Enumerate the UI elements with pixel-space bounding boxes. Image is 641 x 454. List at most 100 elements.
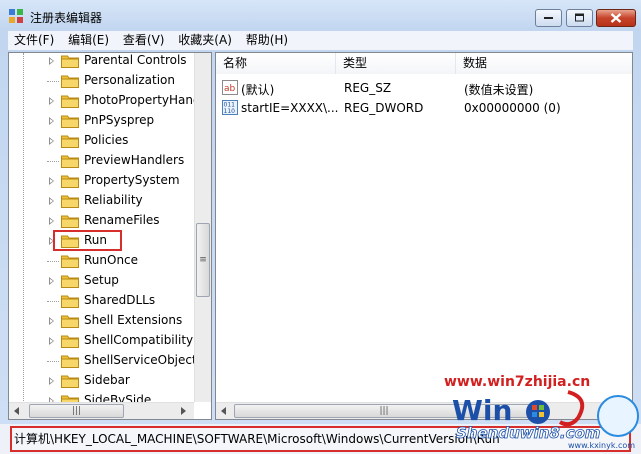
menu-favorites[interactable]: 收藏夹(A): [174, 31, 236, 50]
binary-value-icon: 011 110: [222, 100, 238, 115]
folder-icon: [61, 355, 79, 368]
tree-node-label: PnPSysprep: [84, 113, 155, 127]
value-name: (默认): [241, 83, 275, 97]
menu-file[interactable]: 文件(F): [10, 31, 58, 50]
tree-branch-line: [47, 361, 59, 362]
menu-bar: 文件(F) 编辑(E) 查看(V) 收藏夹(A) 帮助(H): [8, 31, 633, 50]
folder-icon: [61, 195, 79, 208]
value-type: REG_SZ: [344, 81, 392, 95]
title-bar[interactable]: 注册表编辑器: [0, 0, 641, 31]
tree-branch-line: [47, 261, 59, 262]
expand-arrow-icon[interactable]: [49, 317, 54, 325]
value-row[interactable]: ab (默认) REG_SZ (数值未设置): [216, 78, 632, 98]
expand-arrow-icon[interactable]: [49, 217, 54, 225]
tree-node-renamefiles[interactable]: RenameFiles: [9, 211, 199, 231]
regedit-app-icon: [9, 9, 23, 23]
menu-edit[interactable]: 编辑(E): [64, 31, 113, 50]
svg-text:ab: ab: [224, 84, 236, 94]
tree-node-previewhandlers[interactable]: PreviewHandlers: [9, 151, 199, 171]
tree-node-photopropertyhand[interactable]: PhotoPropertyHand: [9, 91, 201, 111]
folder-icon: [61, 275, 79, 288]
tree-node-label: Setup: [84, 273, 119, 287]
folder-icon: [61, 375, 79, 388]
menu-help[interactable]: 帮助(H): [242, 31, 292, 50]
folder-icon: [61, 295, 79, 308]
tree-node-label: Reliability: [84, 193, 143, 207]
tree-vertical-scrollbar[interactable]: ≡: [194, 53, 211, 402]
close-icon: [610, 13, 622, 23]
column-header-data[interactable]: 数据: [456, 53, 632, 74]
tree-node-label: ShellCompatibility: [84, 333, 194, 347]
value-type: REG_DWORD: [344, 101, 424, 115]
expand-arrow-icon[interactable]: [49, 177, 54, 185]
tree-horizontal-scrollbar[interactable]: |||: [9, 402, 194, 419]
watermark-logo: Win Shenduwin8.com www.kxinyk.com: [452, 390, 639, 450]
tree-node-label: Shell Extensions: [84, 313, 183, 327]
column-header-type[interactable]: 类型: [336, 53, 456, 74]
expand-arrow-icon[interactable]: [49, 197, 54, 205]
expand-arrow-icon[interactable]: [49, 137, 54, 145]
tree-node-sidebar[interactable]: Sidebar: [9, 371, 199, 391]
svg-text:Win: Win: [452, 394, 512, 427]
svg-text:Shenduwin8.com: Shenduwin8.com: [456, 424, 600, 442]
maximize-icon: [574, 13, 584, 22]
registry-editor-window: 注册表编辑器 文件(F) 编辑(E) 查看(V) 收藏夹(A) 帮助(H) Pa…: [0, 0, 641, 454]
grip-icon: |||: [379, 405, 389, 416]
folder-icon: [61, 75, 79, 88]
window-title: 注册表编辑器: [30, 11, 103, 25]
tree-vertical-scroll-thumb[interactable]: ≡: [196, 223, 210, 297]
folder-icon: [61, 135, 79, 148]
tree-node-shareddlls[interactable]: SharedDLLs: [9, 291, 199, 311]
maximize-button[interactable]: [566, 9, 593, 27]
folder-icon: [61, 215, 79, 228]
expand-arrow-icon[interactable]: [49, 97, 54, 105]
minimize-button[interactable]: [535, 9, 562, 27]
tree-node-run[interactable]: Run: [9, 230, 199, 251]
value-data: 0x00000000 (0): [464, 101, 561, 115]
tree-branch-line: [47, 81, 59, 82]
expand-arrow-icon[interactable]: [49, 377, 54, 385]
expand-arrow-icon[interactable]: [49, 117, 54, 125]
tree-node-label: Policies: [84, 133, 129, 147]
value-name: startIE=XXXX\...: [241, 101, 339, 115]
grip-icon: ≡: [199, 254, 207, 265]
highlight-box: [53, 230, 122, 251]
menu-view[interactable]: 查看(V): [119, 31, 169, 50]
expand-arrow-icon[interactable]: [49, 277, 54, 285]
grip-icon: |||: [71, 405, 82, 416]
tree-node-label: SharedDLLs: [84, 293, 156, 307]
tree-node-pnpsysprep[interactable]: PnPSysprep: [9, 111, 199, 131]
tree-node-reliability[interactable]: Reliability: [9, 191, 199, 211]
tree-horizontal-scroll-thumb[interactable]: |||: [29, 404, 124, 418]
close-button[interactable]: [596, 9, 636, 27]
string-value-icon: ab: [222, 80, 238, 95]
folder-icon: [61, 315, 79, 328]
tree-node-label: RenameFiles: [84, 213, 160, 227]
tree-node-runonce[interactable]: RunOnce: [9, 251, 199, 271]
tree-node-personalization[interactable]: Personalization: [9, 71, 199, 91]
folder-icon: [61, 55, 79, 68]
tree-node-shell-extensions[interactable]: Shell Extensions: [9, 311, 199, 331]
tree-branch-line: [47, 161, 59, 162]
tree-node-policies[interactable]: Policies: [9, 131, 199, 151]
expand-arrow-icon[interactable]: [49, 57, 54, 65]
tree-node-label: Personalization: [84, 73, 175, 87]
tree-node-propertysystem[interactable]: PropertySystem: [9, 171, 199, 191]
svg-text:110: 110: [224, 108, 236, 115]
tree-node-shellcompatibility[interactable]: ShellCompatibility: [9, 331, 199, 351]
tree-node-label: Parental Controls: [84, 53, 187, 67]
folder-icon: [61, 155, 79, 168]
scroll-right-arrow-icon[interactable]: [181, 407, 186, 415]
tree-node-setup[interactable]: Setup: [9, 271, 199, 291]
value-row[interactable]: 011 110 startIE=XXXX\... REG_DWORD 0x000…: [216, 98, 632, 118]
minimize-icon: [543, 17, 553, 19]
registry-values-pane[interactable]: 名称 类型 数据 ab (默认) REG_SZ (数值未设置) 011 110 …: [215, 52, 633, 420]
tree-node-shellserviceobjecti[interactable]: ShellServiceObjectI: [9, 351, 200, 371]
scroll-left-arrow-icon[interactable]: [221, 407, 226, 415]
tree-node-parental-controls[interactable]: Parental Controls: [9, 53, 199, 71]
column-header-name[interactable]: 名称: [216, 53, 336, 74]
scroll-left-arrow-icon[interactable]: [14, 407, 19, 415]
folder-icon: [61, 335, 79, 348]
expand-arrow-icon[interactable]: [49, 337, 54, 345]
registry-tree-pane[interactable]: Parental Controls Personalization PhotoPro…: [8, 52, 212, 420]
